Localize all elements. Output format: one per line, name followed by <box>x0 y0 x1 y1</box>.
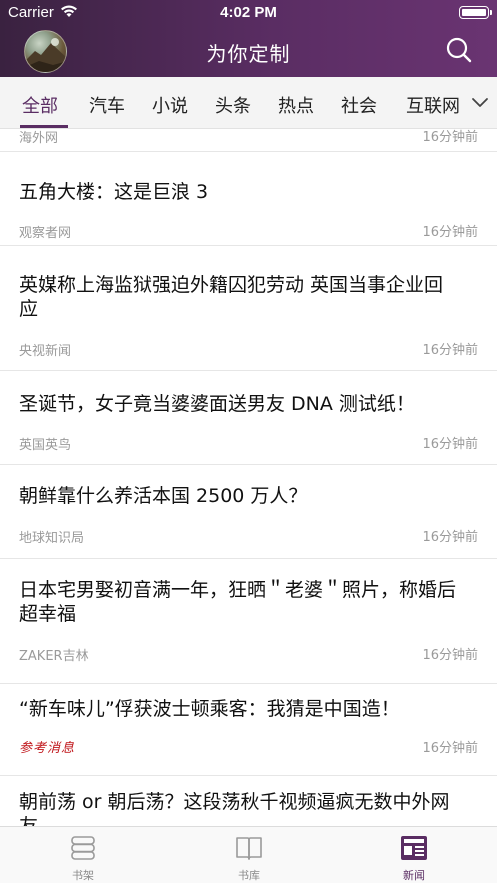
news-item[interactable]: 海外网 16分钟前 <box>0 129 497 152</box>
news-item[interactable]: 五角大楼：这是巨浪 3 观察者网 16分钟前 <box>0 152 497 246</box>
tabbar-item-news[interactable]: 新闻 <box>331 827 497 883</box>
news-time: 16分钟前 <box>422 437 478 452</box>
nav-bar: 为你定制 <box>0 26 497 77</box>
news-item[interactable]: 朝鲜靠什么养活本国 2500 万人？ 地球知识局 16分钟前 <box>0 465 497 559</box>
tab-hot[interactable]: 热点 <box>278 92 314 118</box>
news-title: 日本宅男娶初音满一年，狂晒＂老婆＂照片，称婚后超幸福 <box>19 579 457 625</box>
tab-internet[interactable]: 互联网 <box>406 92 460 118</box>
app-header: Carrier 4:02 PM 为你定制 <box>0 0 497 77</box>
status-bar: Carrier 4:02 PM <box>0 0 497 26</box>
active-tab-indicator <box>20 125 68 128</box>
clock: 4:02 PM <box>220 4 277 21</box>
news-source: 英国英鸟 <box>19 438 72 453</box>
search-icon[interactable] <box>445 36 473 64</box>
news-item[interactable]: 圣诞节，女子竟当婆婆面送男友 DNA 测试纸！ 英国英鸟 16分钟前 <box>0 371 497 465</box>
news-item[interactable]: 日本宅男娶初音满一年，狂晒＂老婆＂照片，称婚后超幸福 ZAKER吉林 16分钟前 <box>0 559 497 684</box>
news-item[interactable]: “新车味儿”俘获波士顿乘客：我猜是中国造！ 参考消息 16分钟前 <box>0 684 497 776</box>
news-source: ZAKER吉林 <box>19 649 89 664</box>
tabbar-label: 新闻 <box>403 869 425 882</box>
chevron-down-icon[interactable] <box>469 91 491 113</box>
news-time: 16分钟前 <box>422 648 478 663</box>
tab-novel[interactable]: 小说 <box>152 92 188 118</box>
open-book-icon <box>236 837 262 860</box>
tabbar-item-library[interactable]: 书库 <box>166 827 332 883</box>
tab-headlines[interactable]: 头条 <box>215 92 251 118</box>
news-time: 16分钟前 <box>422 130 478 145</box>
news-time: 16分钟前 <box>422 530 478 545</box>
tab-society[interactable]: 社会 <box>341 92 377 118</box>
news-title: 朝前荡 or 朝后荡？这段荡秋千视频逼疯无数中外网友 <box>19 791 450 826</box>
newspaper-icon <box>401 836 427 860</box>
news-title: 朝鲜靠什么养活本国 2500 万人？ <box>19 485 308 507</box>
tab-all[interactable]: 全部 <box>22 92 58 118</box>
news-title: “新车味儿”俘获波士顿乘客：我猜是中国造！ <box>19 698 400 720</box>
battery-icon <box>459 6 492 19</box>
bottom-tab-bar: 书架 书库 新闻 <box>0 826 497 883</box>
tabbar-label: 书架 <box>72 869 94 882</box>
page-title: 为你定制 <box>206 42 291 66</box>
news-time: 16分钟前 <box>422 741 478 756</box>
news-time: 16分钟前 <box>422 225 478 240</box>
news-title: 五角大楼：这是巨浪 3 <box>19 181 209 203</box>
bookshelf-icon <box>71 836 95 860</box>
news-title: 圣诞节，女子竟当婆婆面送男友 DNA 测试纸！ <box>19 393 415 415</box>
tab-auto[interactable]: 汽车 <box>89 92 125 118</box>
news-source: 海外网 <box>19 131 59 146</box>
tabbar-item-bookshelf[interactable]: 书架 <box>0 827 166 883</box>
category-tabs: 全部 汽车 小说 头条 热点 社会 互联网 <box>0 77 497 129</box>
news-source: 观察者网 <box>19 226 72 241</box>
news-source: 地球知识局 <box>19 531 85 546</box>
news-item[interactable]: 英媒称上海监狱强迫外籍囚犯劳动 英国当事企业回应 央视新闻 16分钟前 <box>0 246 497 371</box>
news-item[interactable]: 朝前荡 or 朝后荡？这段荡秋千视频逼疯无数中外网友 <box>0 776 497 826</box>
news-feed[interactable]: 海外网 16分钟前 五角大楼：这是巨浪 3 观察者网 16分钟前 英媒称上海监狱… <box>0 129 497 826</box>
news-title: 英媒称上海监狱强迫外籍囚犯劳动 英国当事企业回应 <box>19 274 444 320</box>
news-source: 央视新闻 <box>19 344 72 359</box>
tabbar-label: 书库 <box>238 869 260 882</box>
news-source-logo: 参考消息 <box>19 741 76 756</box>
news-time: 16分钟前 <box>422 343 478 358</box>
